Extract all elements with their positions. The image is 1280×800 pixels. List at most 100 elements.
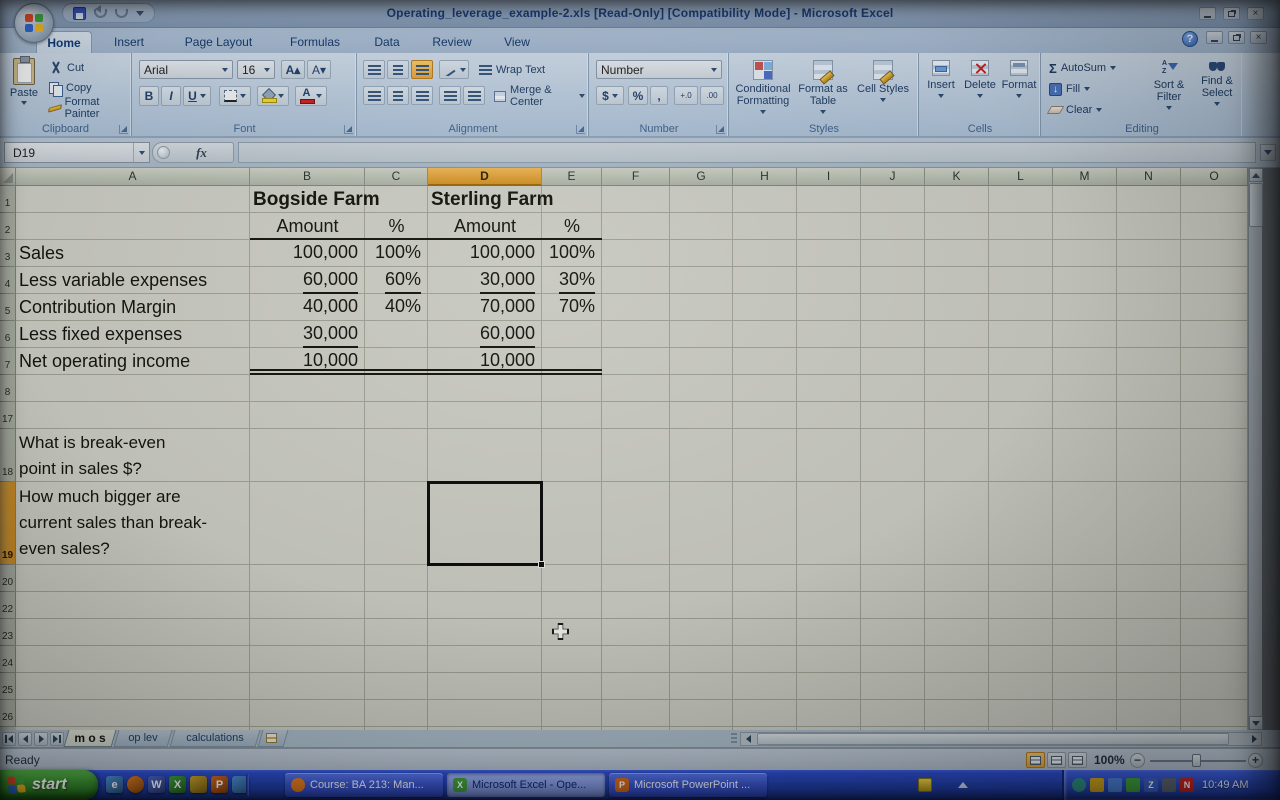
format-cells-button[interactable]: Format (1000, 53, 1038, 98)
tray-messenger-icon[interactable] (1072, 778, 1086, 792)
formula-input[interactable] (238, 142, 1256, 163)
row-header-3[interactable]: 3 (0, 240, 16, 267)
cell-B3[interactable]: 100,000 (250, 240, 358, 267)
excel-icon[interactable]: X (169, 776, 186, 793)
horizontal-scrollbar[interactable] (740, 732, 1262, 746)
name-box-dropdown[interactable] (133, 143, 149, 162)
first-sheet-button[interactable] (2, 732, 16, 746)
number-format-select[interactable]: Number (596, 60, 722, 79)
column-header-K[interactable]: K (925, 168, 989, 186)
cell-B4[interactable]: 60,000 (250, 267, 358, 294)
zoom-in-button[interactable]: + (1248, 753, 1263, 768)
row-header-22[interactable]: 22 (0, 592, 16, 619)
clipboard-dialog-launcher[interactable] (119, 125, 128, 134)
restore-button[interactable] (1223, 7, 1240, 20)
previous-sheet-button[interactable] (18, 732, 32, 746)
number-dialog-launcher[interactable] (716, 125, 725, 134)
column-header-B[interactable]: B (250, 168, 365, 186)
cell-B1[interactable]: Bogside Farm (253, 186, 380, 213)
fill-handle[interactable] (538, 561, 545, 568)
cell-C5[interactable]: 40% (365, 294, 421, 321)
tray-display-icon[interactable] (1108, 778, 1122, 792)
bottom-align-button[interactable] (411, 60, 433, 79)
column-header-M[interactable]: M (1053, 168, 1117, 186)
delete-cells-button[interactable]: Delete (961, 53, 999, 98)
clear-button[interactable]: Clear (1046, 101, 1105, 119)
column-header-I[interactable]: I (797, 168, 861, 186)
workbook-minimize-button[interactable] (1206, 31, 1223, 44)
column-header-D[interactable]: D (428, 168, 542, 186)
tray-volume-icon[interactable] (1162, 778, 1176, 792)
tray-norton-icon[interactable]: N (1180, 778, 1194, 792)
zoom-slider-handle[interactable] (1192, 754, 1201, 767)
normal-view-button[interactable] (1026, 752, 1045, 768)
cell-D4[interactable]: 30,000 (428, 267, 535, 294)
cell-A18[interactable]: What is break-even point in sales $? (19, 430, 253, 483)
select-all-corner[interactable] (0, 168, 16, 186)
scroll-left-button[interactable] (741, 733, 755, 745)
row-header-7[interactable]: 7 (0, 348, 16, 375)
help-shield-icon[interactable] (918, 778, 932, 792)
keys-icon[interactable] (190, 776, 207, 793)
cell-C4[interactable]: 60% (365, 267, 421, 294)
tray-security-shield-icon[interactable] (1090, 778, 1104, 792)
help-button[interactable]: ? (1182, 31, 1198, 47)
paste-dropdown-icon[interactable] (21, 101, 27, 105)
cell-A7[interactable]: Net operating income (19, 348, 253, 375)
cell-A3[interactable]: Sales (19, 240, 253, 267)
row-header-6[interactable]: 6 (0, 321, 16, 348)
row-header-20[interactable]: 20 (0, 565, 16, 592)
workbook-restore-button[interactable] (1228, 31, 1245, 44)
tab-page-layout[interactable]: Page Layout (166, 31, 271, 53)
cell-E5[interactable]: 70% (542, 294, 595, 321)
row-header-8[interactable]: 8 (0, 375, 16, 402)
tab-split-handle[interactable] (731, 733, 737, 745)
page-layout-view-button[interactable] (1047, 752, 1066, 768)
cell-A5[interactable]: Contribution Margin (19, 294, 253, 321)
font-dialog-launcher[interactable] (344, 125, 353, 134)
column-header-A[interactable]: A (16, 168, 250, 186)
shrink-font-button[interactable]: A▾ (307, 60, 331, 79)
vertical-scroll-thumb[interactable] (1249, 183, 1263, 227)
cell-styles-button[interactable]: Cell Styles (854, 53, 912, 102)
bold-button[interactable]: B (139, 86, 159, 106)
scroll-up-button[interactable] (1249, 168, 1263, 182)
decrease-decimal-button[interactable]: .00 (700, 86, 724, 105)
row-header-2[interactable]: 2 (0, 213, 16, 240)
word-icon[interactable]: W (148, 776, 165, 793)
format-as-table-button[interactable]: Format as Table (794, 53, 852, 114)
font-size-select[interactable]: 16 (237, 60, 275, 79)
column-header-E[interactable]: E (542, 168, 602, 186)
tab-formulas[interactable]: Formulas (273, 31, 357, 53)
insert-cells-button[interactable]: Insert (922, 53, 960, 98)
taskbar-button-powerpoint[interactable]: PMicrosoft PowerPoint ... (609, 773, 767, 797)
italic-button[interactable]: I (161, 86, 181, 106)
sheet-tab-mos[interactable]: m o s (66, 730, 114, 747)
increase-indent-button[interactable] (463, 86, 485, 105)
selected-cell-D19[interactable] (427, 481, 543, 566)
row-header-24[interactable]: 24 (0, 646, 16, 673)
middle-align-button[interactable] (387, 60, 409, 79)
cell-D1[interactable]: Sterling Farm (431, 186, 553, 213)
increase-decimal-button[interactable]: +.0 (674, 86, 698, 105)
column-header-H[interactable]: H (733, 168, 797, 186)
sheet-tab-calculations[interactable]: calculations (172, 730, 258, 747)
insert-function-button[interactable]: fx (152, 142, 234, 163)
find-select-button[interactable]: Find & Select (1194, 53, 1240, 106)
sheet-tab-oplev[interactable]: op lev (116, 730, 170, 747)
underline-button[interactable]: U (183, 86, 211, 106)
accounting-format-button[interactable]: $ (596, 86, 624, 105)
cell-C3[interactable]: 100% (365, 240, 421, 267)
zoom-level[interactable]: 100% (1094, 753, 1125, 767)
row-header-18[interactable]: 18 (0, 429, 16, 482)
sort-filter-button[interactable]: AZ Sort & Filter (1146, 53, 1192, 110)
zoom-out-button[interactable]: − (1130, 753, 1145, 768)
scroll-down-button[interactable] (1249, 716, 1263, 730)
taskbar-button-firefox[interactable]: Course: BA 213: Man... (285, 773, 443, 797)
column-header-G[interactable]: G (670, 168, 733, 186)
column-header-O[interactable]: O (1181, 168, 1248, 186)
cell-E2[interactable]: % (542, 213, 602, 240)
row-header-4[interactable]: 4 (0, 267, 16, 294)
fill-color-button[interactable] (257, 86, 289, 106)
start-button[interactable]: start (0, 770, 98, 800)
